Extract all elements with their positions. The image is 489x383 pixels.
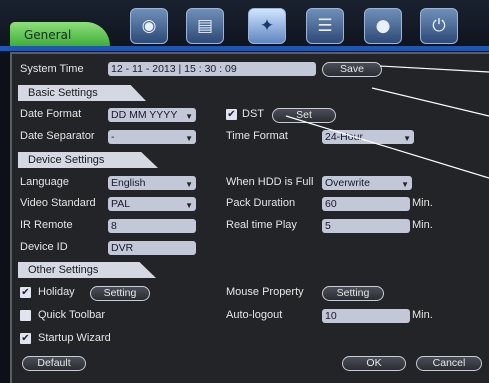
callout-lines (285, 65, 489, 179)
dvr-settings-screen: General ◉ ▤ ✦ ☰ ● ⏻ System Time 12 - 11 … (0, 0, 489, 383)
